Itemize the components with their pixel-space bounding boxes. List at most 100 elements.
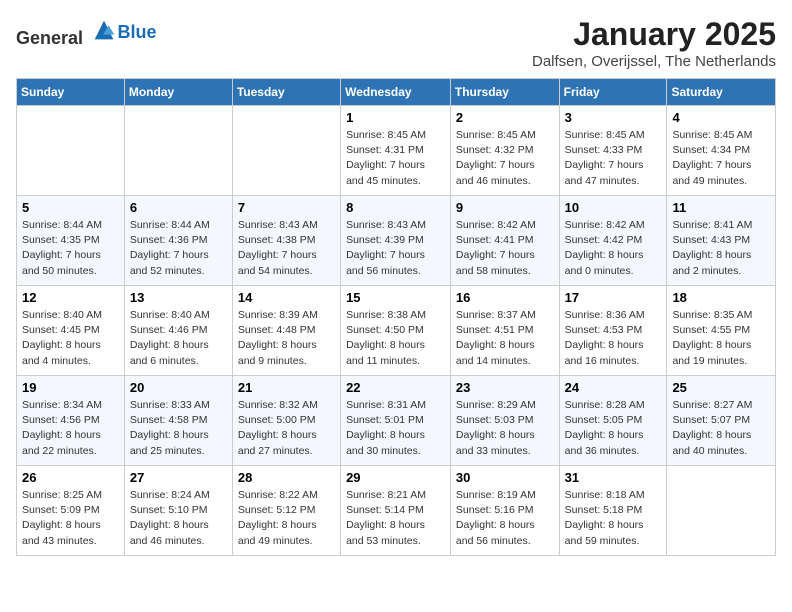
day-number: 14 [238,290,335,305]
calendar-cell [124,106,232,196]
day-number: 23 [456,380,554,395]
calendar-cell: 2Sunrise: 8:45 AM Sunset: 4:32 PM Daylig… [450,106,559,196]
calendar-cell: 16 Sunrise: 8:37 AM Sunset: 4:51 PM Dayli… [450,286,559,376]
day-info: Sunrise: 8:34 AM Sunset: 4:56 PM Dayligh… [22,398,119,459]
calendar-cell: 27 Sunrise: 8:24 AM Sunset: 5:10 PM Dayli… [124,466,232,556]
calendar-cell: 10 Sunrise: 8:42 AM Sunset: 4:42 PM Dayli… [559,196,667,286]
weekday-header-tuesday: Tuesday [232,79,340,106]
logo-icon [90,16,118,44]
day-info: Sunrise: 8:31 AM Sunset: 5:01 PM Dayligh… [346,398,445,459]
calendar-cell: 5 Sunrise: 8:44 AM Sunset: 4:35 PM Daylig… [17,196,125,286]
day-number: 2 [456,110,554,125]
day-number: 1 [346,110,445,125]
day-number: 16 [456,290,554,305]
week-row-4: 19Sunrise: 8:34 AM Sunset: 4:56 PM Dayli… [17,376,776,466]
day-info: Sunrise: 8:38 AM Sunset: 4:50 PM Dayligh… [346,308,445,369]
day-info: Sunrise: 8:39 AM Sunset: 4:48 PM Dayligh… [238,308,335,369]
day-number: 25 [672,380,770,395]
weekday-header-wednesday: Wednesday [341,79,451,106]
day-number: 27 [130,470,227,485]
calendar-cell: 14 Sunrise: 8:39 AM Sunset: 4:48 PM Dayli… [232,286,340,376]
day-number: 29 [346,470,445,485]
day-number: 17 [565,290,662,305]
day-number: 3 [565,110,662,125]
day-number: 12 [22,290,119,305]
day-info: Sunrise: 8:45 AM Sunset: 4:31 PM Dayligh… [346,128,445,189]
calendar-cell: 30 Sunrise: 8:19 AM Sunset: 5:16 PM Dayli… [450,466,559,556]
day-info: Sunrise: 8:19 AM Sunset: 5:16 PM Dayligh… [456,488,554,549]
day-info: Sunrise: 8:32 AM Sunset: 5:00 PM Dayligh… [238,398,335,459]
weekday-header-row: SundayMondayTuesdayWednesdayThursdayFrid… [17,79,776,106]
day-info: Sunrise: 8:28 AM Sunset: 5:05 PM Dayligh… [565,398,662,459]
day-info: Sunrise: 8:43 AM Sunset: 4:39 PM Dayligh… [346,218,445,279]
day-info: Sunrise: 8:44 AM Sunset: 4:35 PM Dayligh… [22,218,119,279]
day-info: Sunrise: 8:33 AM Sunset: 4:58 PM Dayligh… [130,398,227,459]
day-info: Sunrise: 8:21 AM Sunset: 5:14 PM Dayligh… [346,488,445,549]
day-info: Sunrise: 8:36 AM Sunset: 4:53 PM Dayligh… [565,308,662,369]
day-info: Sunrise: 8:37 AM Sunset: 4:51 PM Dayligh… [456,308,554,369]
day-number: 24 [565,380,662,395]
day-number: 4 [672,110,770,125]
calendar-cell: 19Sunrise: 8:34 AM Sunset: 4:56 PM Dayli… [17,376,125,466]
calendar-cell [232,106,340,196]
calendar-cell [17,106,125,196]
title-area: January 2025 Dalfsen, Overijssel, The Ne… [532,16,776,70]
weekday-header-friday: Friday [559,79,667,106]
calendar-cell: 29 Sunrise: 8:21 AM Sunset: 5:14 PM Dayli… [341,466,451,556]
week-row-5: 26 Sunrise: 8:25 AM Sunset: 5:09 PM Dayli… [17,466,776,556]
calendar-cell: 8 Sunrise: 8:43 AM Sunset: 4:39 PM Daylig… [341,196,451,286]
day-info: Sunrise: 8:22 AM Sunset: 5:12 PM Dayligh… [238,488,335,549]
day-info: Sunrise: 8:27 AM Sunset: 5:07 PM Dayligh… [672,398,770,459]
day-number: 30 [456,470,554,485]
calendar-cell: 24 Sunrise: 8:28 AM Sunset: 5:05 PM Dayli… [559,376,667,466]
day-number: 21 [238,380,335,395]
calendar-cell: 4 Sunrise: 8:45 AM Sunset: 4:34 PM Daylig… [667,106,776,196]
calendar-cell: 22 Sunrise: 8:31 AM Sunset: 5:01 PM Dayli… [341,376,451,466]
calendar-table: SundayMondayTuesdayWednesdayThursdayFrid… [16,78,776,556]
week-row-3: 12 Sunrise: 8:40 AM Sunset: 4:45 PM Dayli… [17,286,776,376]
page-header: General Blue January 2025 Dalfsen, Overi… [16,16,776,70]
week-row-1: 1 Sunrise: 8:45 AM Sunset: 4:31 PM Daylig… [17,106,776,196]
logo-blue: Blue [118,22,157,42]
day-number: 11 [672,200,770,215]
day-number: 5 [22,200,119,215]
calendar-cell: 1 Sunrise: 8:45 AM Sunset: 4:31 PM Daylig… [341,106,451,196]
day-number: 6 [130,200,227,215]
calendar-cell: 21 Sunrise: 8:32 AM Sunset: 5:00 PM Dayli… [232,376,340,466]
day-info: Sunrise: 8:40 AM Sunset: 4:45 PM Dayligh… [22,308,119,369]
day-number: 22 [346,380,445,395]
calendar-cell: 9Sunrise: 8:42 AM Sunset: 4:41 PM Daylig… [450,196,559,286]
calendar-cell: 20Sunrise: 8:33 AM Sunset: 4:58 PM Dayli… [124,376,232,466]
calendar-cell: 12 Sunrise: 8:40 AM Sunset: 4:45 PM Dayli… [17,286,125,376]
logo: General Blue [16,16,157,49]
day-info: Sunrise: 8:24 AM Sunset: 5:10 PM Dayligh… [130,488,227,549]
day-number: 26 [22,470,119,485]
day-info: Sunrise: 8:44 AM Sunset: 4:36 PM Dayligh… [130,218,227,279]
day-info: Sunrise: 8:29 AM Sunset: 5:03 PM Dayligh… [456,398,554,459]
logo-general: General [16,28,83,48]
calendar-cell: 6 Sunrise: 8:44 AM Sunset: 4:36 PM Daylig… [124,196,232,286]
day-number: 15 [346,290,445,305]
day-info: Sunrise: 8:25 AM Sunset: 5:09 PM Dayligh… [22,488,119,549]
weekday-header-monday: Monday [124,79,232,106]
day-info: Sunrise: 8:40 AM Sunset: 4:46 PM Dayligh… [130,308,227,369]
calendar-cell: 18Sunrise: 8:35 AM Sunset: 4:55 PM Dayli… [667,286,776,376]
calendar-cell: 17 Sunrise: 8:36 AM Sunset: 4:53 PM Dayli… [559,286,667,376]
day-number: 10 [565,200,662,215]
day-info: Sunrise: 8:18 AM Sunset: 5:18 PM Dayligh… [565,488,662,549]
day-info: Sunrise: 8:41 AM Sunset: 4:43 PM Dayligh… [672,218,770,279]
calendar-cell: 15 Sunrise: 8:38 AM Sunset: 4:50 PM Dayli… [341,286,451,376]
calendar-cell: 31Sunrise: 8:18 AM Sunset: 5:18 PM Dayli… [559,466,667,556]
day-info: Sunrise: 8:45 AM Sunset: 4:34 PM Dayligh… [672,128,770,189]
calendar-cell: 26 Sunrise: 8:25 AM Sunset: 5:09 PM Dayli… [17,466,125,556]
day-number: 13 [130,290,227,305]
day-number: 8 [346,200,445,215]
calendar-cell: 11 Sunrise: 8:41 AM Sunset: 4:43 PM Dayli… [667,196,776,286]
day-info: Sunrise: 8:45 AM Sunset: 4:33 PM Dayligh… [565,128,662,189]
month-title: January 2025 [532,16,776,53]
day-number: 9 [456,200,554,215]
calendar-cell: 23 Sunrise: 8:29 AM Sunset: 5:03 PM Dayli… [450,376,559,466]
calendar-cell: 28Sunrise: 8:22 AM Sunset: 5:12 PM Dayli… [232,466,340,556]
day-info: Sunrise: 8:42 AM Sunset: 4:42 PM Dayligh… [565,218,662,279]
week-row-2: 5 Sunrise: 8:44 AM Sunset: 4:35 PM Daylig… [17,196,776,286]
